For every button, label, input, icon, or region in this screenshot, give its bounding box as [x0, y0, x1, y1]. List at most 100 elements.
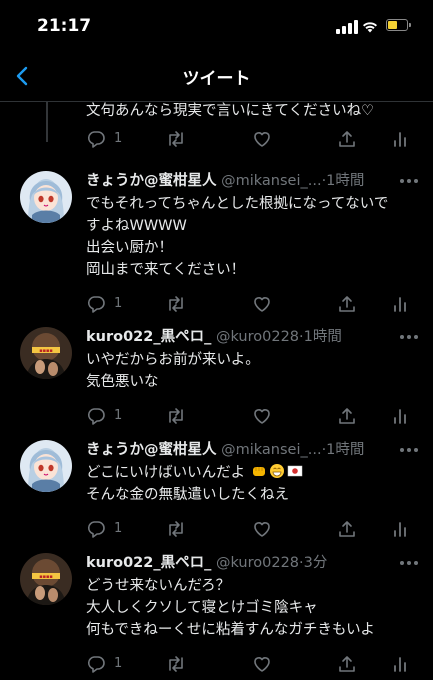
retweet-button[interactable]	[165, 519, 187, 541]
share-button[interactable]	[337, 294, 357, 316]
analytics-icon	[394, 132, 406, 147]
heart-icon	[254, 132, 270, 147]
reply-button[interactable]: 1	[86, 129, 122, 151]
reply-button[interactable]: 1	[86, 406, 122, 428]
page-title: ツイート	[182, 69, 251, 89]
retweet-icon	[169, 131, 183, 147]
tweet-line: どうせ来ないんだろ？	[86, 578, 231, 594]
tweet-actions: 1	[0, 519, 433, 541]
handle[interactable]: @kuro0228	[216, 555, 299, 571]
share-button[interactable]	[337, 406, 357, 428]
reply-icon	[87, 656, 105, 673]
reply-count: 1	[114, 408, 123, 423]
more-icon[interactable]	[400, 561, 418, 567]
tweet-text: どこにいけばいいんだよ fist-emojigrin-emojijapan-fl…	[86, 462, 304, 506]
wifi-icon	[363, 22, 377, 33]
tweet-line: 岡山まで来てください！	[86, 262, 246, 278]
heart-icon	[254, 657, 270, 672]
analytics-icon	[394, 297, 406, 312]
share-icon	[339, 131, 355, 147]
more-icon[interactable]	[400, 335, 418, 341]
avatar[interactable]	[20, 440, 72, 492]
svg-text:▪▪▪▪: ▪▪▪▪	[39, 348, 53, 354]
battery-icon	[386, 19, 411, 31]
analytics-button[interactable]	[390, 654, 410, 676]
tweet-actions: 1	[0, 129, 433, 151]
tweet-header: きょうか@蜜柑星人 @mikansei_...·1時間	[86, 171, 364, 191]
status-bar: 21:17	[0, 0, 433, 52]
retweet-icon	[169, 296, 183, 312]
like-button[interactable]	[252, 129, 272, 151]
reply-icon	[87, 296, 105, 313]
share-icon	[339, 656, 355, 672]
like-button[interactable]	[252, 294, 272, 316]
nav-bar: ツイート	[0, 52, 433, 100]
analytics-icon	[394, 522, 406, 537]
more-icon[interactable]	[400, 179, 418, 185]
tweet-line: 出会い厨か！	[86, 240, 173, 256]
analytics-button[interactable]	[390, 519, 410, 541]
tweet-line: いやだからお前が来いよ。	[86, 352, 260, 368]
display-name[interactable]: きょうか@蜜柑星人	[86, 442, 217, 458]
more-icon[interactable]	[400, 448, 418, 454]
retweet-button[interactable]	[165, 294, 187, 316]
handle[interactable]: @mikansei_...	[221, 173, 321, 189]
analytics-button[interactable]	[390, 406, 410, 428]
share-icon	[339, 521, 355, 537]
analytics-button[interactable]	[390, 129, 410, 151]
tweet-actions: 1	[0, 294, 433, 316]
tweet-actions: 1	[0, 654, 433, 676]
tweet-text: どうせ来ないんだろ？ 大人しくクソして寝とけゴミ陰キャ何もできねーくせに粘着すんな…	[86, 575, 375, 641]
like-button[interactable]	[252, 654, 272, 676]
avatar[interactable]	[20, 171, 72, 223]
timestamp: 1時間	[326, 442, 365, 458]
retweet-button[interactable]	[165, 129, 187, 151]
tweet-line: すよねWWWW	[86, 218, 187, 234]
share-button[interactable]	[337, 129, 357, 151]
analytics-button[interactable]	[390, 294, 410, 316]
tweet-line: どこにいけばいいんだよ fist-emojigrin-emojijapan-fl…	[86, 462, 304, 484]
tweet-line: そんな金の無駄遣いしたくねえ	[86, 487, 289, 503]
reply-icon	[87, 408, 105, 425]
tweet-line: 何もできねーくせに粘着すんなガチきもいよ	[86, 622, 375, 638]
avatar[interactable]: ▪▪▪▪	[20, 327, 72, 379]
reply-count: 1	[114, 296, 123, 311]
analytics-icon	[394, 657, 406, 672]
share-icon	[339, 408, 355, 424]
display-name[interactable]: kuro022_黒ペロ_	[86, 329, 211, 345]
tweet-line: 気色悪いな	[86, 374, 159, 390]
tweet-header: kuro022_黒ペロ_ @kuro0228·3分	[86, 553, 327, 573]
handle[interactable]: @kuro0228	[216, 329, 299, 345]
share-button[interactable]	[337, 519, 357, 541]
reply-button[interactable]: 1	[86, 519, 122, 541]
tweet-header: kuro022_黒ペロ_ @kuro0228·1時間	[86, 327, 342, 347]
cellular-signal-icon	[336, 20, 358, 34]
timestamp: 1時間	[326, 173, 365, 189]
reply-count: 1	[114, 521, 123, 536]
reply-button[interactable]: 1	[86, 294, 122, 316]
reply-count: 1	[114, 656, 123, 671]
retweet-button[interactable]	[165, 654, 187, 676]
handle[interactable]: @mikansei_...	[221, 442, 321, 458]
reply-icon	[87, 521, 105, 538]
retweet-icon	[169, 408, 183, 424]
like-button[interactable]	[252, 406, 272, 428]
tweet-text: 文句あんなら現実で言いにきてくださいね♡	[86, 103, 375, 119]
reply-button[interactable]: 1	[86, 654, 122, 676]
analytics-icon	[394, 409, 406, 424]
display-name[interactable]: kuro022_黒ペロ_	[86, 555, 211, 571]
tweet-text: いやだからお前が来いよ。 気色悪いな	[86, 349, 260, 393]
like-button[interactable]	[252, 519, 272, 541]
avatar[interactable]: ▪▪▪▪	[20, 553, 72, 605]
retweet-icon	[169, 521, 183, 537]
status-time: 21:17	[37, 16, 92, 36]
share-button[interactable]	[337, 654, 357, 676]
timestamp: 3分	[303, 555, 328, 571]
retweet-button[interactable]	[165, 406, 187, 428]
share-icon	[339, 296, 355, 312]
tweet-line: 大人しくクソして寝とけゴミ陰キャ	[86, 600, 318, 616]
tweet-actions: 1	[0, 406, 433, 428]
display-name[interactable]: きょうか@蜜柑星人	[86, 173, 217, 189]
reply-icon	[87, 131, 105, 148]
retweet-icon	[169, 656, 183, 672]
